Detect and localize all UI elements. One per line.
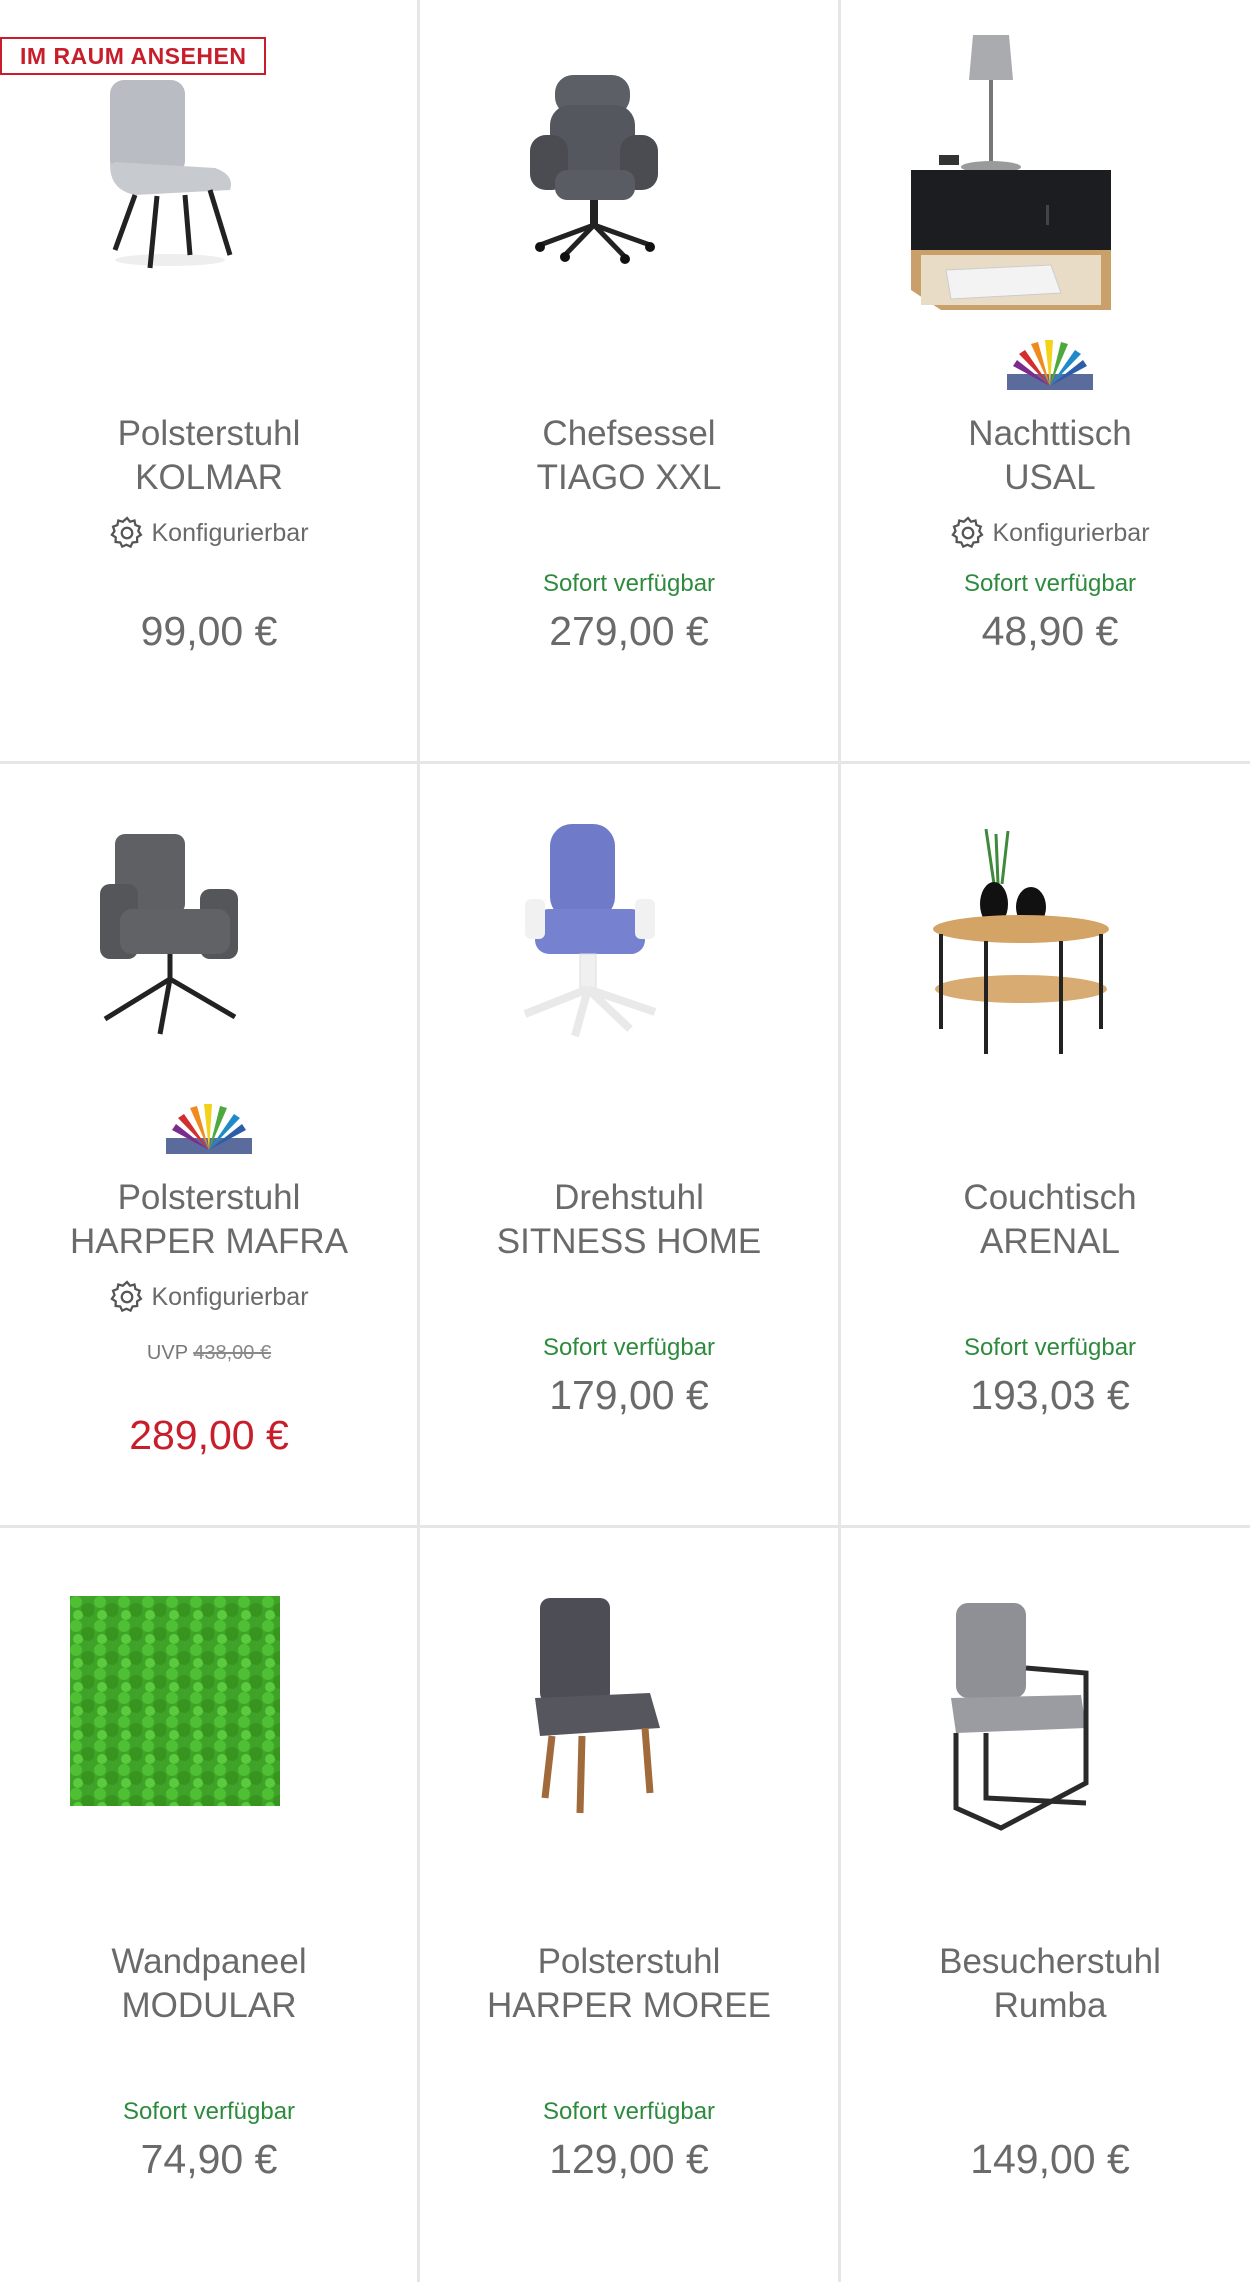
- product-name[interactable]: Drehstuhl SITNESS HOME: [420, 1176, 838, 1264]
- product-card[interactable]: Polsterstuhl HARPER MAFRA Konfigurierbar…: [0, 764, 418, 1526]
- product-name[interactable]: Polsterstuhl HARPER MAFRA: [0, 1176, 418, 1264]
- gear-icon: [110, 516, 144, 549]
- sale-price: 289,00 €: [129, 1412, 289, 1458]
- coffee-table-image[interactable]: [841, 764, 1250, 1094]
- product-name[interactable]: Couchtisch ARENAL: [841, 1176, 1250, 1264]
- product-name[interactable]: Nachttisch USAL: [841, 412, 1250, 500]
- color-palette-icon: [166, 1104, 252, 1154]
- availability-status: Sofort verfügbar: [963, 570, 1137, 597]
- product-price: 48,90 €: [981, 608, 1119, 654]
- gear-icon: [951, 516, 985, 549]
- product-name[interactable]: Polsterstuhl KOLMAR: [0, 412, 418, 500]
- product-name[interactable]: Polsterstuhl HARPER MOREE: [420, 1940, 838, 2028]
- moss-wall-panel-image[interactable]: [0, 1528, 418, 1858]
- product-price: 149,00 €: [970, 2136, 1130, 2182]
- product-card[interactable]: Drehstuhl SITNESS HOME Sofort verfügbar …: [420, 764, 838, 1526]
- product-card[interactable]: Wandpaneel MODULAR Sofort verfügbar 74,9…: [0, 1528, 418, 2290]
- product-card[interactable]: Couchtisch ARENAL Sofort verfügbar 193,0…: [841, 764, 1250, 1526]
- product-price: 179,00 €: [549, 1372, 709, 1418]
- product-name[interactable]: Chefsessel TIAGO XXL: [420, 412, 838, 500]
- configurable-label: Konfigurierbar: [841, 515, 1250, 551]
- product-card[interactable]: IM RAUM ANSEHEN Polsterstuhl KOLMAR Konf…: [0, 0, 418, 762]
- availability-status: Sofort verfügbar: [542, 2098, 716, 2125]
- configurable-label: Konfigurierbar: [0, 1279, 418, 1315]
- product-card[interactable]: Polsterstuhl HARPER MOREE Sofort verfügb…: [420, 1528, 838, 2290]
- product-name[interactable]: Wandpaneel MODULAR: [0, 1940, 418, 2028]
- product-name[interactable]: Besucherstuhl Rumba: [841, 1940, 1250, 2028]
- availability-status: Sofort verfügbar: [542, 570, 716, 597]
- color-palette-icon: [1007, 340, 1093, 390]
- product-card[interactable]: Chefsessel TIAGO XXL Sofort verfügbar 27…: [420, 0, 838, 762]
- product-card[interactable]: Nachttisch USAL Konfigurierbar Sofort ve…: [841, 0, 1250, 762]
- upholstered-chair-image[interactable]: [420, 1528, 838, 1858]
- configurable-label: Konfigurierbar: [0, 515, 418, 551]
- availability-status: Sofort verfügbar: [963, 1334, 1137, 1361]
- product-grid: IM RAUM ANSEHEN Polsterstuhl KOLMAR Konf…: [0, 0, 1250, 2282]
- product-price: 279,00 €: [549, 608, 709, 654]
- product-price: 74,90 €: [140, 2136, 278, 2182]
- swivel-chair-image[interactable]: [420, 764, 838, 1094]
- product-price: 193,03 €: [970, 1372, 1130, 1418]
- availability-status: Sofort verfügbar: [542, 1334, 716, 1361]
- product-card[interactable]: Besucherstuhl Rumba 149,00 €: [841, 1528, 1250, 2290]
- product-price: 129,00 €: [549, 2136, 709, 2182]
- executive-office-chair-image[interactable]: [420, 0, 838, 330]
- gear-icon: [110, 1280, 144, 1313]
- armchair-image[interactable]: [0, 764, 418, 1094]
- nightstand-image[interactable]: [841, 0, 1250, 330]
- view-in-room-badge[interactable]: IM RAUM ANSEHEN: [0, 37, 267, 75]
- product-price: 99,00 €: [140, 608, 278, 654]
- uvp-price: UVP 438,00 €: [146, 1342, 272, 1364]
- visitor-chair-image[interactable]: [841, 1528, 1250, 1858]
- availability-status: Sofort verfügbar: [122, 2098, 296, 2125]
